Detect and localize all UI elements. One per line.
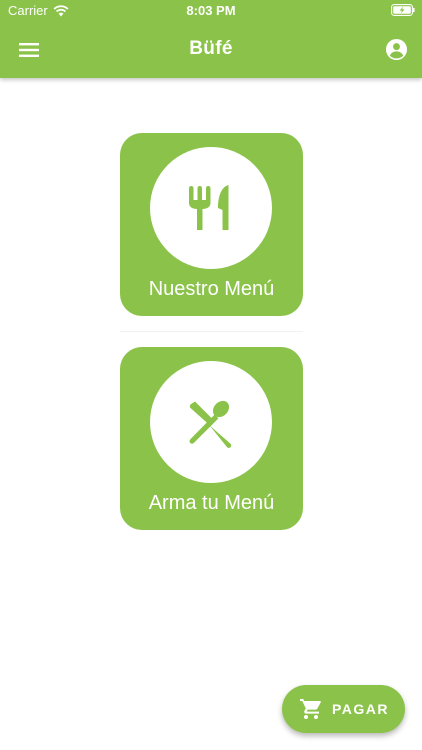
- page-title: Büfé: [189, 38, 233, 59]
- nuestro-menu-card[interactable]: Nuestro Menú: [120, 133, 303, 316]
- icon-circle: [150, 147, 272, 269]
- pagar-button[interactable]: PAGAR: [282, 685, 405, 733]
- pagar-label: PAGAR: [332, 701, 390, 717]
- card-label: Nuestro Menú: [148, 278, 275, 300]
- card-label: Arma tu Menú: [148, 492, 275, 514]
- cart-icon: [300, 699, 321, 719]
- clock: 8:03 PM: [186, 3, 236, 18]
- status-bar: Carrier 8:03 PM: [0, 0, 422, 22]
- header: Carrier 8:03 PM Büfé: [0, 0, 422, 78]
- cutlery-icon: [189, 185, 229, 230]
- app-bar: Büfé: [0, 22, 422, 78]
- account-circle-icon[interactable]: [385, 38, 408, 61]
- battery-icon: [391, 4, 415, 16]
- arma-tu-menu-card[interactable]: Arma tu Menú: [120, 347, 303, 530]
- icon-circle: [150, 361, 272, 483]
- divider: [120, 331, 303, 332]
- crossed-utensils-icon: [189, 400, 232, 448]
